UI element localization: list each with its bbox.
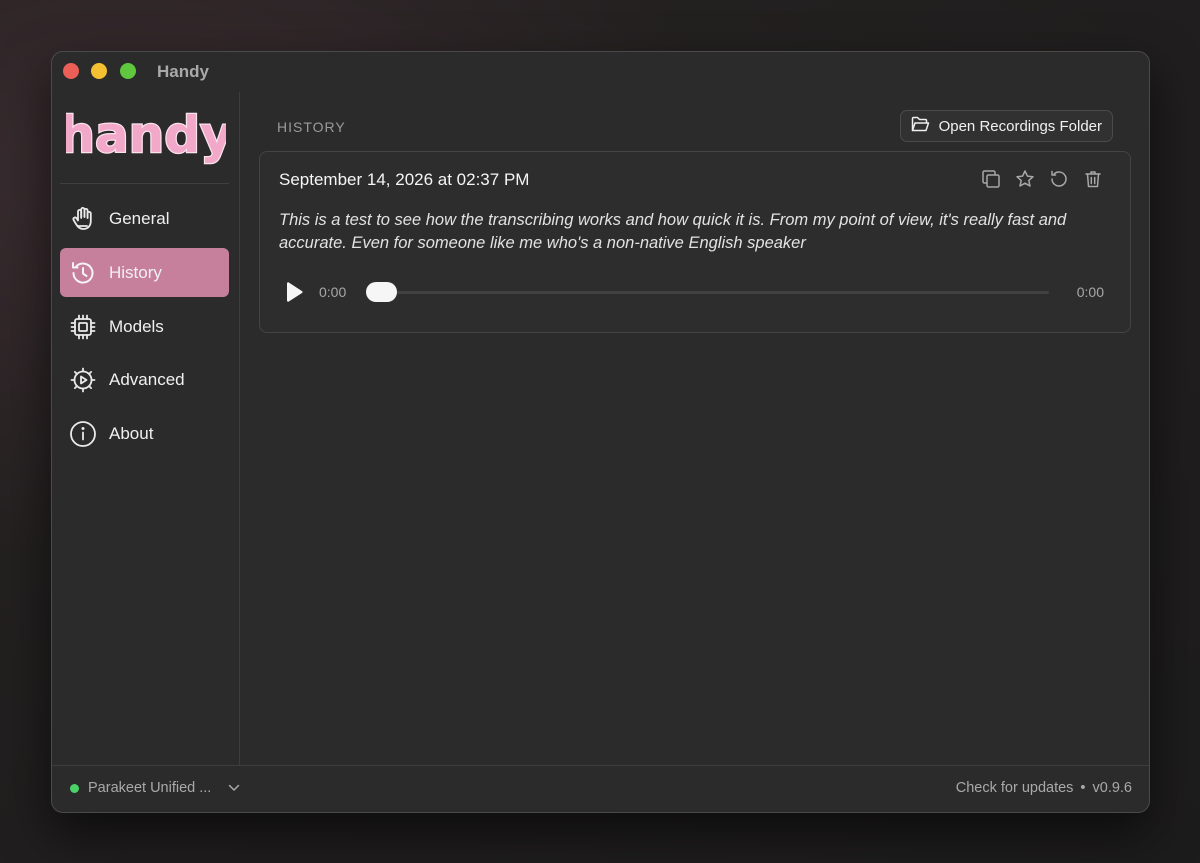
folder-open-icon: [911, 116, 930, 137]
version-area: Check for updates • v0.9.6: [956, 780, 1132, 796]
main-content: HISTORY Open Recordings Folder September…: [240, 92, 1149, 766]
open-recordings-folder-button[interactable]: Open Recordings Folder: [899, 110, 1113, 142]
model-selector[interactable]: Parakeet Unified ...: [70, 780, 240, 796]
sidebar-item-label: Models: [109, 316, 164, 336]
history-entry-card: September 14, 2026 at 02:37 PM This is a…: [259, 151, 1131, 333]
trash-icon[interactable]: [1082, 168, 1104, 190]
entry-actions: [980, 168, 1104, 190]
info-icon: [68, 419, 98, 449]
handy-logo: handy: [66, 106, 226, 165]
sidebar-item-label: History: [109, 262, 162, 282]
progress-thumb[interactable]: [366, 282, 397, 302]
cpu-chip-icon: [68, 312, 98, 342]
open-folder-label: Open Recordings Folder: [938, 117, 1102, 135]
history-icon: [68, 258, 98, 288]
entry-date: September 14, 2026 at 02:37 PM: [279, 170, 530, 189]
current-time: 0:00: [319, 284, 347, 300]
footer: Parakeet Unified ... Check for updates •…: [52, 765, 1149, 812]
star-icon[interactable]: [1014, 168, 1036, 190]
play-icon[interactable]: [283, 281, 305, 303]
window-title: Handy: [157, 62, 209, 81]
sidebar-item-label: Advanced: [109, 369, 185, 389]
sidebar-item-advanced[interactable]: Advanced: [60, 355, 229, 404]
minimize-window-button[interactable]: [91, 63, 107, 79]
audio-player: 0:00 0:00: [279, 279, 1116, 305]
separator-dot: •: [1080, 780, 1086, 796]
transcription-text: This is a test to see how the transcribi…: [279, 211, 1067, 252]
sidebar: handy General History Models Advanced Ab…: [52, 92, 240, 766]
app-window: Handy handy General History Models Advan…: [51, 51, 1150, 813]
sidebar-item-about[interactable]: About: [60, 409, 229, 458]
maximize-window-button[interactable]: [120, 63, 136, 79]
progress-track[interactable]: [367, 291, 1049, 294]
total-time: 0:00: [1076, 284, 1104, 300]
version-label: v0.9.6: [1092, 780, 1133, 796]
sidebar-item-label: General: [109, 208, 170, 228]
title-bar: Handy: [52, 52, 1149, 92]
close-window-button[interactable]: [63, 63, 79, 79]
check-updates-link[interactable]: Check for updates: [956, 780, 1074, 796]
sidebar-item-history[interactable]: History: [60, 248, 229, 297]
logo-text: handy: [66, 106, 226, 164]
sidebar-divider: [60, 183, 229, 184]
sidebar-item-label: About: [109, 423, 154, 443]
hand-icon: [68, 204, 98, 234]
retry-icon[interactable]: [1048, 168, 1070, 190]
model-name: Parakeet Unified ...: [88, 780, 212, 796]
sidebar-item-general[interactable]: General: [60, 194, 229, 243]
copy-icon[interactable]: [980, 168, 1002, 190]
section-title: HISTORY: [277, 119, 346, 135]
model-status-dot: [70, 783, 79, 793]
gear-play-icon: [68, 365, 98, 395]
sidebar-item-models[interactable]: Models: [60, 302, 229, 351]
chevron-down-icon: [228, 780, 240, 796]
